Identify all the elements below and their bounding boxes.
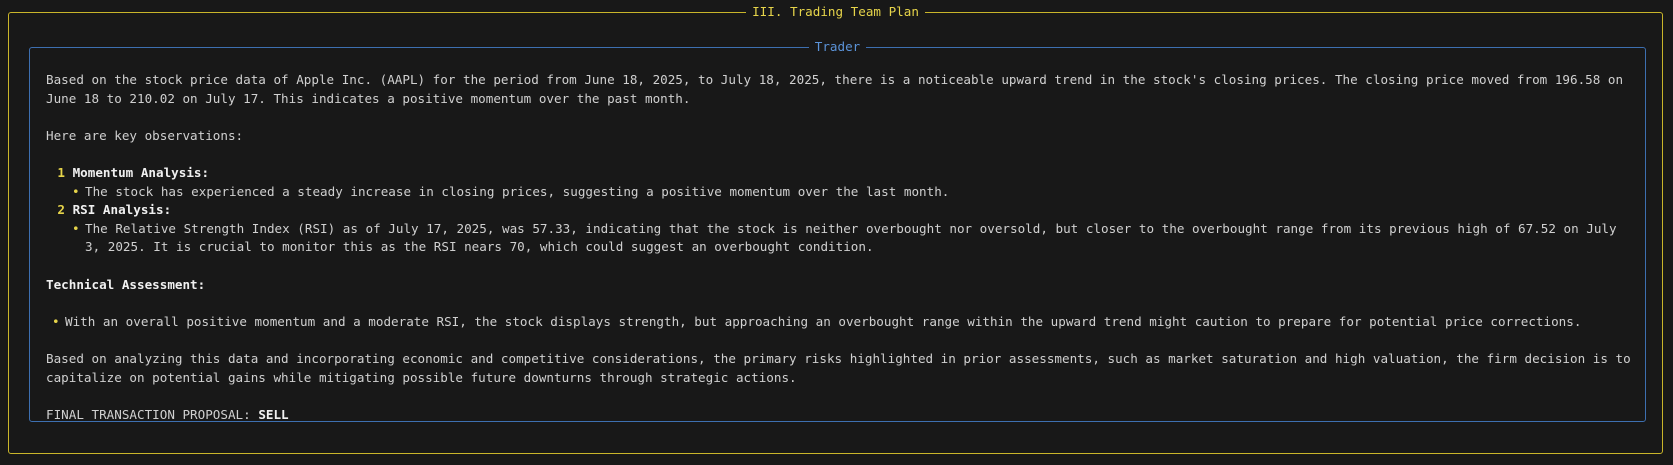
trading-team-plan-panel: III. Trading Team Plan Trader Based on t… [8,4,1663,454]
technical-heading: Technical Assessment: [46,276,206,292]
trader-report: Based on the stock price data of Apple I… [46,71,1631,424]
item-number: 1 [57,164,65,180]
item-label: RSI Analysis: [72,202,172,218]
numbered-item-rsi: 2 RSI Analysis: [46,201,1631,220]
list-item: • With an overall positive momentum and … [46,313,1631,332]
bullet-icon: • [52,313,60,329]
bullet-text: The stock has experienced a steady incre… [85,183,950,199]
observations-heading: Here are key observations: [46,127,244,143]
item-number: 2 [57,202,65,218]
final-proposal-value: SELL [258,406,289,422]
list-item: • The Relative Strength Index (RSI) as o… [46,220,1631,257]
conclusion-paragraph: Based on analyzing this data and incorpo… [46,350,1631,385]
final-proposal: FINAL TRANSACTION PROPOSAL: SELL [46,406,1631,425]
item-label: Momentum Analysis: [72,164,210,180]
trader-panel: Trader Based on the stock price data of … [29,39,1646,424]
bullet-icon: • [72,183,80,199]
bullet-text: With an overall positive momentum and a … [65,313,1582,329]
numbered-item-momentum: 1 Momentum Analysis: [46,164,1631,183]
inner-panel-title: Trader [808,39,867,54]
list-item: • The stock has experienced a steady inc… [46,183,1631,202]
intro-paragraph: Based on the stock price data of Apple I… [46,72,1624,106]
bullet-text: The Relative Strength Index (RSI) as of … [85,220,1617,255]
outer-panel-title: III. Trading Team Plan [746,4,925,19]
bullet-icon: • [72,220,80,236]
final-proposal-label: FINAL TRANSACTION PROPOSAL: [46,406,251,422]
